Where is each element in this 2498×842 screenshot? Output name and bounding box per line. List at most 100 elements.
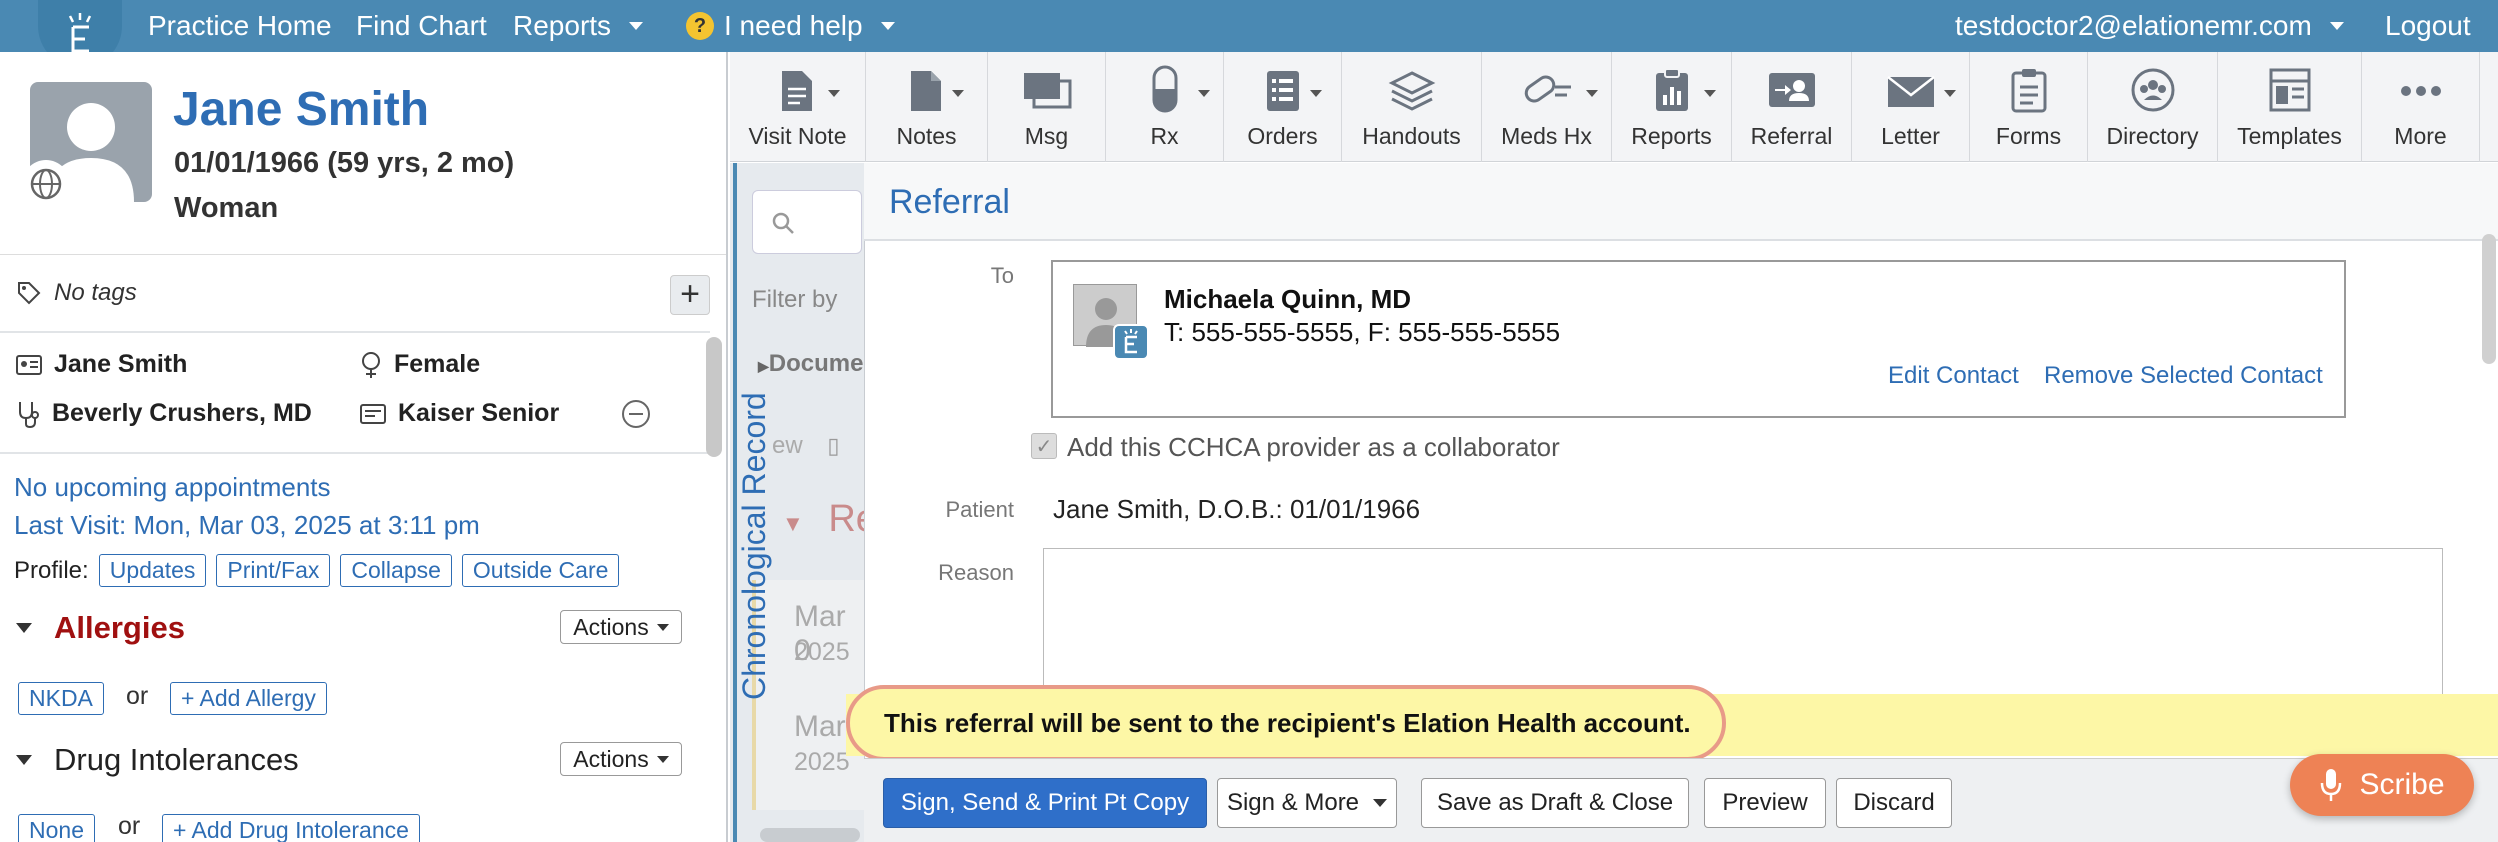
female-icon [362,351,380,378]
toolbar-letter[interactable]: Letter [1852,52,1970,162]
chevron-down-icon [880,22,895,30]
toolbar-label: Msg [1024,123,1069,149]
reason-textarea[interactable] [1043,548,2443,698]
allergies-header[interactable]: Allergies [16,610,185,646]
records-section[interactable]: ▼ Re [782,498,877,541]
toolbar-templates[interactable]: Templates [2218,52,2362,162]
chevron-down-icon [629,22,644,30]
chevron-right-icon: ▶ [758,358,769,374]
toolbar-label: Orders [1247,123,1318,149]
chronological-record-tab[interactable]: Chronological Record [736,392,773,700]
upcoming-appointments-link[interactable]: No upcoming appointments [14,472,331,503]
save-draft-close-button[interactable]: Save as Draft & Close [1421,778,1689,828]
sidebar-scrollbar[interactable] [706,337,722,457]
toolbar-label: Notes [896,123,957,149]
envelope-icon [1886,76,1935,107]
chevron-down-icon [656,623,669,631]
nav-help[interactable]: ? I need help [686,0,895,52]
allergies-actions-button[interactable]: Actions [560,610,682,644]
toolbar-visit-note[interactable]: Visit Note [730,52,866,162]
nav-help-label: I need help [724,10,863,41]
discard-button[interactable]: Discard [1836,778,1952,828]
chevron-down-icon [1704,90,1716,97]
toolbar-orders[interactable]: Orders [1224,52,1342,162]
logout-link[interactable]: Logout [2385,0,2471,52]
toolbar-handouts[interactable]: Handouts [1342,52,1482,162]
profile-collapse-button[interactable]: Collapse [340,554,452,587]
toolbar-notes[interactable]: Notes [866,52,988,162]
message-icon [1023,73,1071,109]
legal-name-text: Jane Smith [54,350,188,378]
globe-icon[interactable] [22,160,70,208]
remove-insurance-icon[interactable] [622,400,650,428]
patient-name[interactable]: Jane Smith [173,82,429,137]
toolbar-forms[interactable]: Forms [1970,52,2088,162]
documents-filter[interactable]: ▶Docume [758,350,863,378]
referral-scrollbar[interactable] [2482,234,2496,364]
chart-search-input[interactable] [752,190,862,254]
toolbar-reports[interactable]: Reports [1612,52,1732,162]
record-card-month: Mar [794,710,846,743]
edit-contact-link[interactable]: Edit Contact [1888,362,2019,390]
toolbar-label: Letter [1881,123,1940,149]
toolbar-meds-hx[interactable]: Meds Hx [1482,52,1612,162]
toolbar-more[interactable]: More [2362,52,2480,162]
intolerances-actions-button[interactable]: Actions [560,742,682,776]
sign-send-print-button[interactable]: Sign, Send & Print Pt Copy [883,778,1207,828]
directory-icon [2131,68,2174,112]
collaborator-label: Add this CCHCA provider as a collaborato… [1067,432,1560,462]
nkda-button[interactable]: NKDA [18,682,104,715]
meds-history-icon [1524,75,1571,103]
notes-icon [910,71,941,111]
allergies-or-text: or [126,682,149,710]
add-allergy-button[interactable]: + Add Allergy [170,682,327,715]
toolbar-label: Referral [1750,123,1833,149]
collapse-triangle-icon [16,755,32,765]
drug-intolerances-header[interactable]: Drug Intolerances [16,742,299,778]
view-label[interactable]: ew ▯ [772,432,839,460]
visit-note-icon [781,71,812,111]
profile-updates-button[interactable]: Updates [98,554,207,587]
add-drug-intolerance-button[interactable]: + Add Drug Intolerance [162,814,420,842]
none-intolerance-button[interactable]: None [18,814,95,842]
nav-find-chart[interactable]: Find Chart [356,0,487,52]
sign-more-button[interactable]: Sign & More [1217,778,1397,828]
orders-icon [1266,71,1299,111]
view-text: ew [772,432,803,459]
feed-horizontal-scrollbar[interactable] [760,828,860,842]
remove-contact-link[interactable]: Remove Selected Contact [2044,362,2323,390]
filter-by-label: Filter by [752,286,838,313]
profile-print-fax-button[interactable]: Print/Fax [216,554,331,587]
chevron-down-icon [656,755,669,763]
top-nav-bar: Practice Home Find Chart Reports ? I nee… [0,0,2498,68]
microphone-icon [2321,769,2342,801]
record-card-year: 2025 [794,748,850,776]
scribe-button[interactable]: Scribe [2290,754,2474,816]
toolbar-label: Visit Note [748,123,847,149]
user-menu[interactable]: testdoctor2@elationemr.com [1955,0,2344,52]
chevron-down-icon: ▼ [782,511,804,536]
patient-insurance: Kaiser Senior [360,399,559,428]
templates-icon [2269,68,2310,112]
toolbar-rx[interactable]: Rx [1106,52,1224,162]
gender-text: Female [394,350,481,378]
collaborator-checkbox[interactable]: ✓ [1031,433,1057,459]
scribe-label: Scribe [2359,768,2445,801]
preview-button[interactable]: Preview [1704,778,1826,828]
add-tag-button[interactable]: + [670,275,710,315]
profile-row: Profile: Updates Print/Fax Collapse Outs… [14,554,620,587]
toolbar-directory[interactable]: Directory [2088,52,2218,162]
contact-phone: T: 555-555-5555, F: 555-555-5555 [1164,317,1561,347]
toolbar-referral[interactable]: Referral [1732,52,1852,162]
nav-practice-home[interactable]: Practice Home [148,0,332,52]
patient-header: Jane Smith 01/01/1966 (59 yrs, 2 mo) Wom… [0,52,726,255]
more-icon [2400,86,2441,96]
nav-reports[interactable]: Reports [513,0,644,52]
last-visit-link[interactable]: Last Visit: Mon, Mar 03, 2025 at 3:11 pm [14,510,480,541]
sign-more-label: Sign & More [1226,789,1360,816]
profile-outside-care-button[interactable]: Outside Care [461,554,620,587]
toolbar-msg[interactable]: Msg [988,52,1106,162]
chevron-down-icon [2329,22,2344,30]
referral-notice-text: This referral will be sent to the recipi… [884,707,1691,738]
insurance-card-icon [360,403,386,424]
